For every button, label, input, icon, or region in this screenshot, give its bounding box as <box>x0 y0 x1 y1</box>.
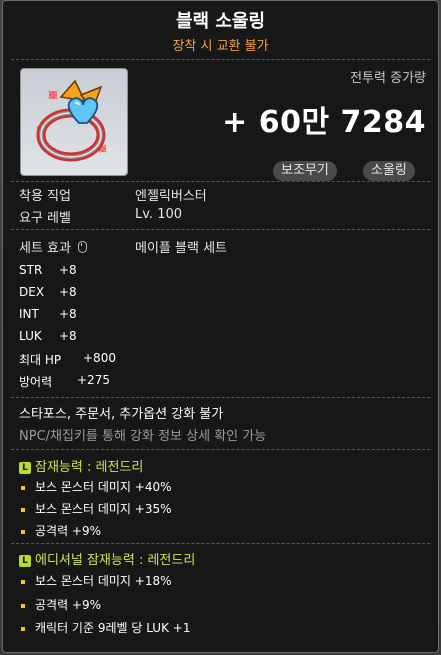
job-label: 착용 직업 <box>19 189 71 204</box>
stat-name: LUK <box>19 329 42 343</box>
tag-soul-ring: 소울링 <box>363 161 415 181</box>
stat-row-dex: DEX +8 <box>19 285 77 299</box>
bullet-icon <box>21 579 25 584</box>
stat-row-int: INT +8 <box>19 307 77 321</box>
divider-notices <box>11 449 430 450</box>
stat-name: INT <box>19 307 39 321</box>
potential-title: 잠재능력 : 레전드리 <box>35 460 144 475</box>
stat-name: 방어력 <box>19 375 53 389</box>
stat-name: STR <box>19 263 43 277</box>
stat-value: +800 <box>83 351 116 365</box>
stat-row-luk: LUK +8 <box>19 329 77 343</box>
legendary-badge-icon: L <box>19 461 31 474</box>
bullet-icon <box>21 485 25 490</box>
set-effect-row: 세트 효과 메이플 블랙 세트 <box>19 237 227 256</box>
legendary-badge-icon: L <box>19 554 31 567</box>
npc-hint: NPC/채집키를 통해 강화 정보 상세 확인 가능 <box>19 429 267 444</box>
bullet-icon <box>21 507 25 512</box>
divider-top <box>11 59 430 60</box>
divider-stats <box>11 397 430 398</box>
item-name: 블랙 소울링 <box>175 11 266 32</box>
additional-potential-line: 보스 몬스터 데미지 +18% <box>19 572 172 589</box>
stat-value: +8 <box>59 263 77 277</box>
divider-requirements <box>11 229 430 230</box>
level-value: Lv. 100 <box>135 207 183 222</box>
bullet-icon <box>21 626 25 631</box>
potential-header: L 잠재능력 : 레전드리 <box>19 456 143 475</box>
stat-row-hp: 최대 HP +800 <box>19 351 116 368</box>
set-effect-label: 세트 효과 <box>19 241 71 256</box>
divider-potential <box>11 543 430 544</box>
potential-line-text: 보스 몬스터 데미지 +40% <box>35 480 172 494</box>
additional-potential-line-text: 캐릭터 기준 9레벨 당 LUK +1 <box>35 621 191 635</box>
stat-row-defense: 방어력 +275 <box>19 373 110 390</box>
tag-secondary-weapon: 보조무기 <box>273 161 337 181</box>
stat-row-str: STR +8 <box>19 263 77 277</box>
stat-name: 최대 HP <box>19 353 62 367</box>
additional-potential-title: 에디셔널 잠재능력 : 레전드리 <box>35 553 196 568</box>
trade-notice: 장착 시 교환 불가 <box>172 39 269 54</box>
stat-value: +275 <box>77 373 110 387</box>
additional-potential-line: 캐릭터 기준 9레벨 당 LUK +1 <box>19 619 190 636</box>
mouse-icon <box>78 241 88 253</box>
soul-ring-icon <box>36 79 107 162</box>
additional-potential-line: 공격력 +9% <box>19 596 101 613</box>
stat-name: DEX <box>19 285 45 299</box>
potential-line-text: 보스 몬스터 데미지 +35% <box>35 502 172 516</box>
level-label: 요구 레벨 <box>19 211 71 226</box>
potential-line: 보스 몬스터 데미지 +40% <box>19 478 172 495</box>
item-tooltip: 블랙 소울링 장착 시 교환 불가 전투력 증가량 + 60만 7284 보조무… <box>2 0 439 653</box>
stat-value: +8 <box>59 285 77 299</box>
set-effect-value: 메이플 블랙 세트 <box>135 241 227 256</box>
additional-potential-line-text: 공격력 +9% <box>35 598 102 612</box>
job-row: 착용 직업 엔젤릭버스터 <box>19 185 207 204</box>
combat-power-label: 전투력 증가량 <box>350 71 426 86</box>
bullet-icon <box>21 529 25 534</box>
potential-line: 공격력 +9% <box>19 522 101 539</box>
combat-power-value: + 60만 7284 <box>222 105 426 140</box>
additional-potential-header: L 에디셔널 잠재능력 : 레전드리 <box>19 549 195 568</box>
job-value: 엔젤릭버스터 <box>135 189 207 204</box>
stat-value: +8 <box>59 307 77 321</box>
divider-header <box>11 181 430 182</box>
item-icon-box <box>20 68 128 176</box>
potential-line: 보스 몬스터 데미지 +35% <box>19 500 172 517</box>
enhance-blocked-notice: 스타포스, 주문서, 추가옵션 강화 불가 <box>19 407 224 422</box>
stat-value: +8 <box>59 329 77 343</box>
level-row: 요구 레벨 Lv. 100 <box>19 207 182 226</box>
bullet-icon <box>21 603 25 608</box>
potential-line-text: 공격력 +9% <box>35 524 102 538</box>
additional-potential-line-text: 보스 몬스터 데미지 +18% <box>35 574 172 588</box>
